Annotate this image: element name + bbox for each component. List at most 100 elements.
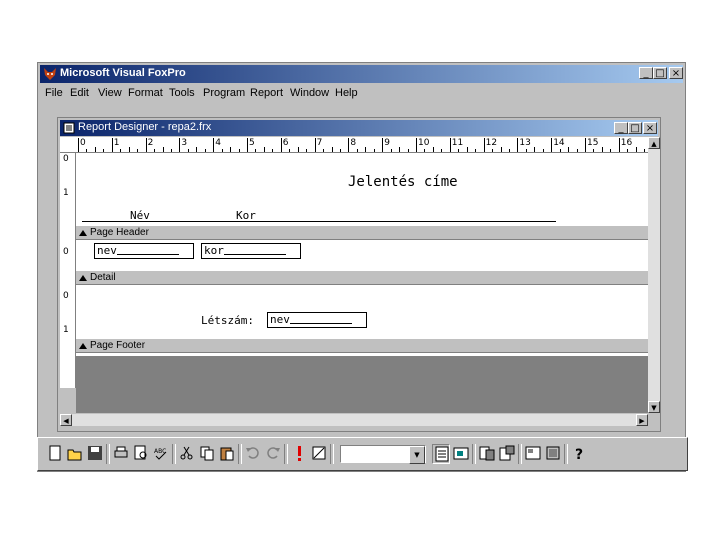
ruler-tick	[238, 149, 240, 152]
ruler-tick	[247, 138, 248, 152]
print-icon[interactable]	[112, 444, 130, 464]
ruler-label: 12	[485, 138, 498, 148]
maximize-button[interactable]: □	[653, 67, 667, 79]
app-title-bar[interactable]: Microsoft Visual FoxPro _ □ ×	[40, 65, 683, 83]
toolbar-separator	[284, 444, 288, 464]
chevron-down-icon[interactable]: ▼	[409, 446, 425, 464]
ruler-label: 6	[282, 138, 289, 148]
page-header-band[interactable]: Page Header	[76, 225, 648, 240]
detail-band[interactable]: Detail	[76, 270, 648, 285]
horizontal-ruler: 0 1 2 3 4 5 6 7 8 9 10 11 12 13 14 15 16	[60, 137, 648, 153]
redo-icon[interactable]	[264, 444, 282, 464]
app-title: Microsoft Visual FoxPro	[60, 67, 186, 79]
ruler-tick	[187, 149, 189, 152]
ruler-tick	[568, 147, 570, 152]
ruler-tick	[78, 138, 79, 152]
triangle-up-icon	[79, 230, 87, 236]
paste-icon[interactable]	[218, 444, 236, 464]
ruler-tick	[137, 149, 139, 152]
menu-tools[interactable]: Tools	[169, 87, 195, 99]
count-label[interactable]: Létszám:	[201, 314, 254, 327]
count-field-expr: nev	[270, 313, 290, 326]
ruler-tick	[551, 138, 553, 152]
menu-view[interactable]: View	[98, 87, 122, 99]
ruler-tick	[441, 149, 443, 152]
toolbar-separator	[330, 444, 334, 464]
menu-file[interactable]: File	[45, 87, 63, 99]
ruler-label: 1	[113, 138, 120, 148]
ruler-tick	[508, 149, 510, 152]
copy-icon[interactable]	[198, 444, 216, 464]
rd-minimize-button[interactable]: _	[614, 122, 628, 134]
ruler-tick	[525, 149, 527, 152]
toolbar-separator	[106, 444, 110, 464]
ruler-tick	[618, 138, 620, 152]
scroll-right-icon[interactable]: ▶	[636, 414, 648, 426]
ruler-tick	[534, 147, 536, 152]
horizontal-scrollbar[interactable]: ◀ ▶	[60, 414, 648, 426]
vertical-scrollbar[interactable]: ▲ ▼	[648, 137, 660, 413]
form-wizard-icon[interactable]	[452, 444, 470, 464]
ruler-tick	[280, 138, 282, 152]
new-icon[interactable]	[46, 444, 64, 464]
vruler-label: 1	[63, 188, 69, 198]
report-designer-title-bar[interactable]: Report Designer - repa2.frx _ □ ×	[60, 120, 658, 136]
ruler-tick	[323, 149, 325, 152]
undo-icon[interactable]	[244, 444, 262, 464]
modify-form-icon[interactable]	[310, 444, 328, 464]
rd-maximize-button[interactable]: □	[628, 122, 642, 134]
scroll-up-icon[interactable]: ▲	[648, 137, 660, 149]
menu-report[interactable]: Report	[250, 87, 283, 99]
menu-edit[interactable]: Edit	[70, 87, 89, 99]
age-field[interactable]: kor	[201, 243, 301, 259]
ruler-tick	[204, 149, 206, 152]
ruler-tick	[559, 149, 561, 152]
ruler-tick	[542, 149, 544, 152]
properties-icon[interactable]	[498, 444, 516, 464]
count-field[interactable]: nev	[267, 312, 367, 328]
menu-program[interactable]: Program	[203, 87, 245, 99]
menu-help[interactable]: Help	[335, 87, 358, 99]
report-canvas[interactable]: Jelentés címe Név Kor Page Header nev ko…	[76, 153, 648, 388]
ruler-label: 13	[519, 138, 531, 148]
spell-check-icon[interactable]: ABC	[152, 444, 170, 464]
cut-icon[interactable]	[178, 444, 196, 464]
triangle-up-icon	[79, 275, 87, 281]
ruler-tick	[475, 149, 477, 152]
ruler-label: 0	[80, 138, 86, 148]
page-footer-band[interactable]: Page Footer	[76, 338, 648, 353]
ruler-tick	[635, 147, 637, 152]
ruler-tick	[644, 149, 646, 152]
save-icon[interactable]	[86, 444, 104, 464]
code-window-icon[interactable]	[524, 444, 542, 464]
form-control-icon[interactable]	[544, 444, 562, 464]
help-icon[interactable]: ?	[570, 444, 588, 464]
run-icon[interactable]	[290, 444, 308, 464]
open-icon[interactable]	[66, 444, 84, 464]
ruler-tick	[111, 138, 113, 152]
menu-window[interactable]: Window	[290, 87, 329, 99]
toolbar-separator	[472, 444, 476, 464]
triangle-up-icon	[79, 343, 87, 349]
object-combo[interactable]: ▼	[340, 445, 426, 464]
rd-close-button[interactable]: ×	[643, 122, 657, 134]
name-field[interactable]: nev	[94, 243, 194, 259]
scroll-left-icon[interactable]: ◀	[60, 414, 72, 426]
data-session-icon[interactable]	[478, 444, 496, 464]
menu-format[interactable]: Format	[128, 87, 163, 99]
ruler-tick	[86, 149, 88, 152]
minimize-button[interactable]: _	[639, 67, 653, 79]
ruler-tick	[255, 149, 257, 152]
scroll-down-icon[interactable]: ▼	[648, 401, 660, 413]
print-preview-icon[interactable]	[132, 444, 150, 464]
report-title-label[interactable]: Jelentés címe	[348, 174, 458, 190]
close-button[interactable]: ×	[669, 67, 683, 79]
layout-icon[interactable]	[432, 444, 450, 464]
toolbar-separator	[564, 444, 568, 464]
vruler-label: 1	[63, 325, 69, 335]
ruler-tick	[466, 147, 468, 152]
header-line[interactable]	[82, 221, 556, 222]
ruler-tick	[297, 147, 299, 152]
name-field-expr: nev	[97, 244, 117, 257]
page-header-band-label: Page Header	[90, 227, 149, 238]
